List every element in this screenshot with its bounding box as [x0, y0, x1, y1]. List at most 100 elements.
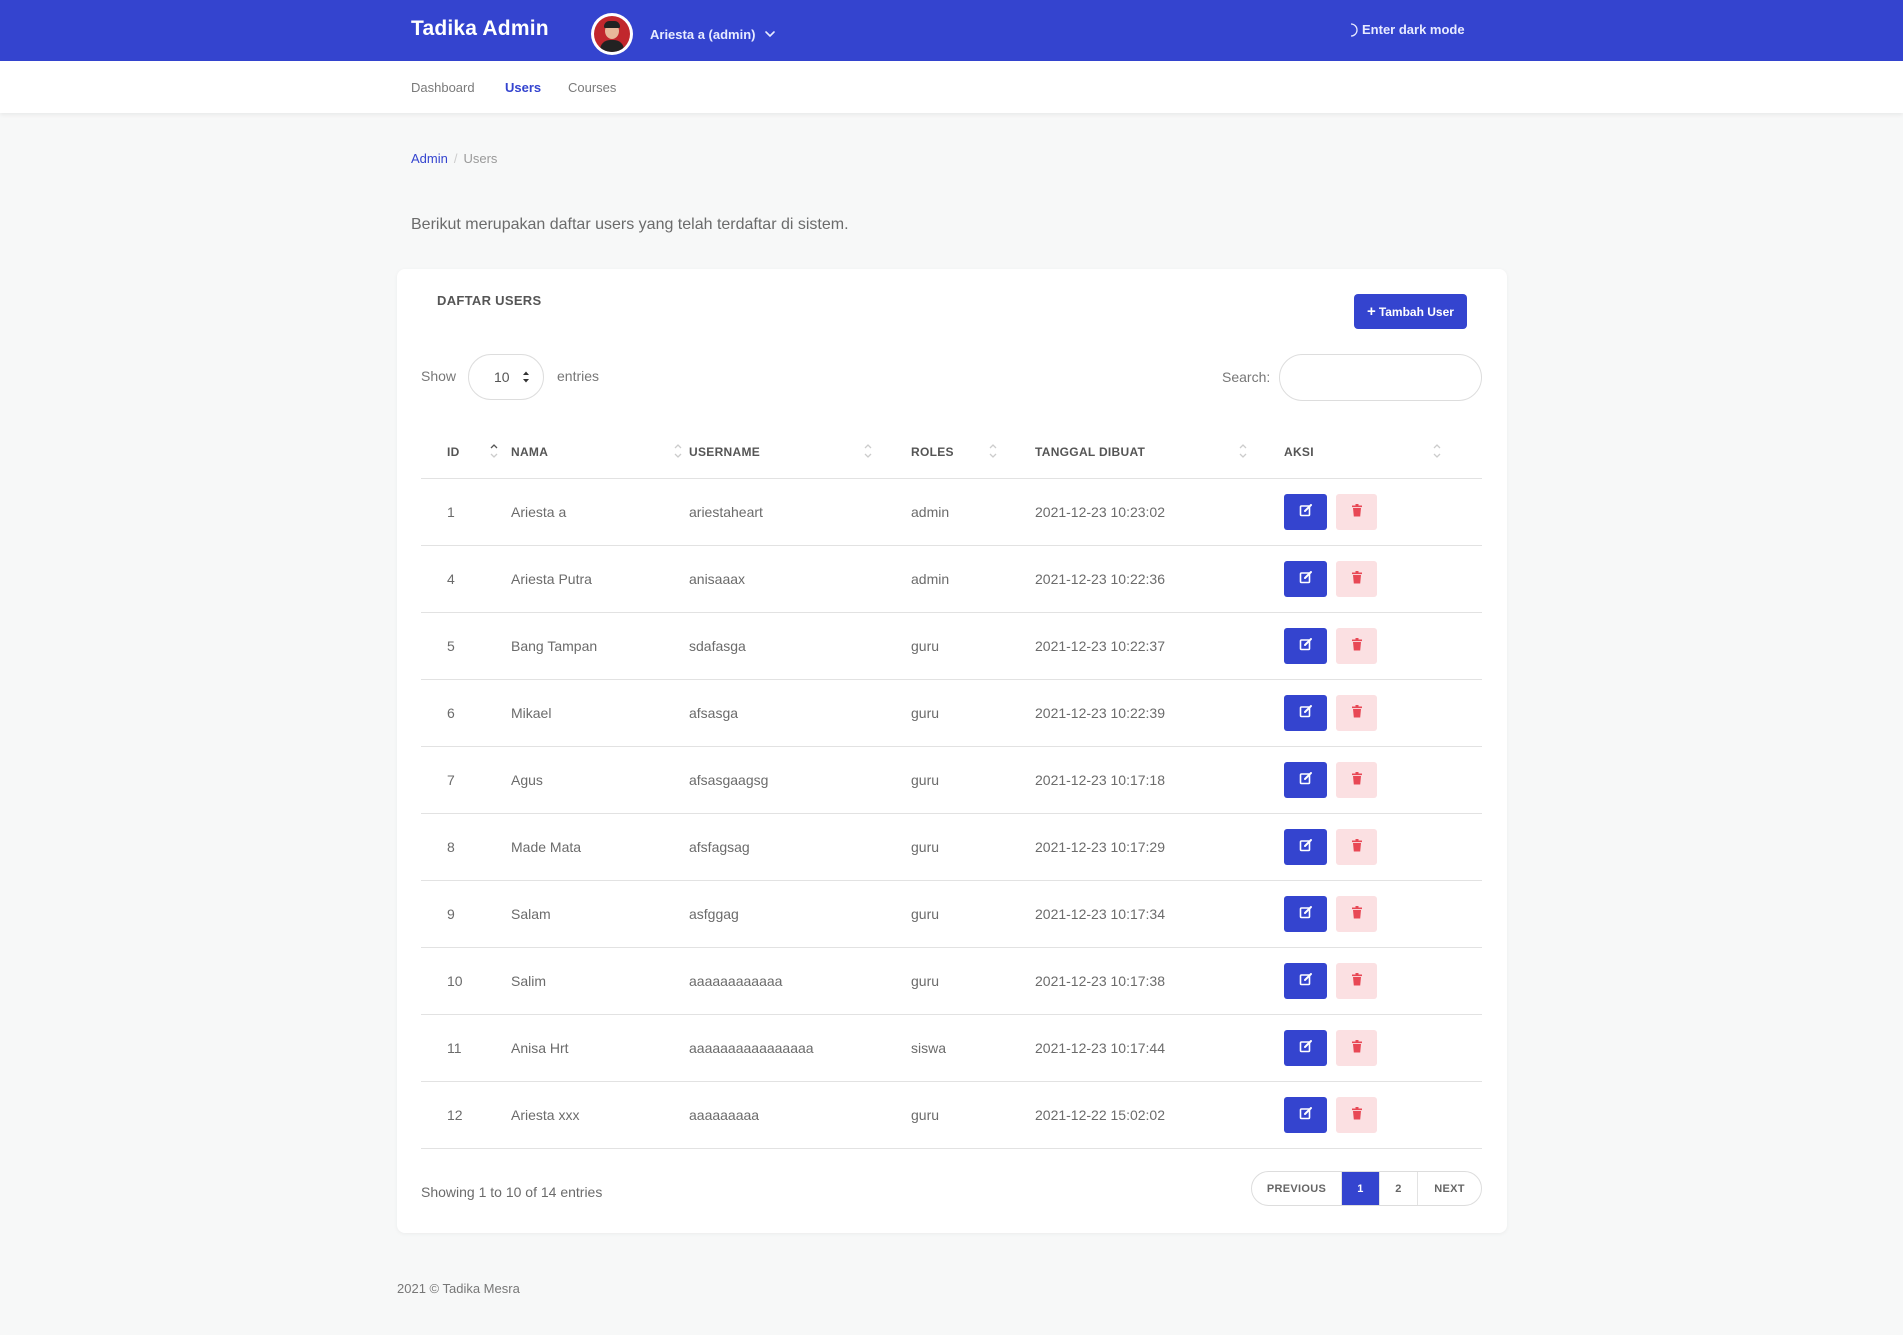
add-user-label: Tambah User [1378, 304, 1454, 319]
dark-mode-toggle[interactable]: Enter dark mode [1346, 22, 1465, 37]
edit-button[interactable] [1284, 627, 1327, 664]
column-header-aksi[interactable]: AKSI [1284, 427, 1482, 479]
delete-button[interactable] [1336, 895, 1377, 932]
trash-icon [1351, 503, 1363, 520]
cell-id: 1 [421, 478, 511, 546]
trash-icon [1351, 1039, 1363, 1056]
avatar[interactable] [591, 13, 633, 55]
cell-roles: guru [911, 947, 1035, 1015]
trash-icon [1351, 972, 1363, 989]
edit-button[interactable] [1284, 962, 1327, 999]
sort-icon [864, 444, 872, 458]
cell-tanggal: 2021-12-22 15:02:02 [1035, 1081, 1284, 1149]
previous-button[interactable]: PREVIOUS [1252, 1172, 1342, 1205]
trash-icon [1351, 1106, 1363, 1123]
cell-username: ariestaheart [689, 478, 911, 546]
table-row: 11 Anisa Hrt aaaaaaaaaaaaaaaa siswa 2021-12-… [421, 1014, 1482, 1082]
column-header-roles[interactable]: ROLES [911, 427, 1035, 479]
page-length-select[interactable]: 10 [468, 354, 544, 400]
nav-item-dashboard[interactable]: Dashboard [411, 80, 475, 95]
cell-id: 10 [421, 947, 511, 1015]
edit-button[interactable] [1284, 560, 1327, 597]
cell-username: anisaaax [689, 545, 911, 613]
cell-aksi [1284, 679, 1482, 747]
cell-nama: Ariesta xxx [511, 1081, 689, 1149]
cell-roles: admin [911, 545, 1035, 613]
table-info: Showing 1 to 10 of 14 entries [421, 1184, 603, 1200]
cell-username: afsasgaagsg [689, 746, 911, 814]
table-row: 1 Ariesta a ariestaheart admin 2021-12-23 10… [421, 478, 1482, 546]
breadcrumb-separator: / [453, 151, 458, 166]
next-button[interactable]: NEXT [1418, 1172, 1481, 1205]
breadcrumb-current: Users [463, 151, 498, 166]
add-user-button[interactable]: + Tambah User [1354, 294, 1467, 329]
cell-username: aaaaaaaaaaaaaaaa [689, 1014, 911, 1082]
delete-button[interactable] [1336, 694, 1377, 731]
cell-tanggal: 2021-12-23 10:17:44 [1035, 1014, 1284, 1082]
delete-button[interactable] [1336, 493, 1377, 530]
nav-item-courses[interactable]: Courses [568, 80, 616, 95]
cell-username: sdafasga [689, 612, 911, 680]
edit-icon [1299, 503, 1313, 520]
delete-button[interactable] [1336, 828, 1377, 865]
user-menu[interactable]: Ariesta a (admin) [591, 13, 776, 55]
page-2-button[interactable]: 2 [1380, 1172, 1418, 1205]
edit-icon [1299, 905, 1313, 922]
delete-button[interactable] [1336, 1029, 1377, 1066]
table-body: 1 Ariesta a ariestaheart admin 2021-12-23 10… [421, 478, 1482, 1149]
delete-button[interactable] [1336, 962, 1377, 999]
trash-icon [1351, 771, 1363, 788]
cell-tanggal: 2021-12-23 10:17:29 [1035, 813, 1284, 881]
search-input[interactable] [1279, 354, 1482, 401]
cell-nama: Made Mata [511, 813, 689, 881]
user-name[interactable]: Ariesta a (admin) [650, 27, 755, 42]
edit-button[interactable] [1284, 1096, 1327, 1133]
edit-button[interactable] [1284, 694, 1327, 731]
trash-icon [1351, 905, 1363, 922]
delete-button[interactable] [1336, 761, 1377, 798]
cell-username: aaaaaaaaaaaa [689, 947, 911, 1015]
breadcrumb: Admin / Users [411, 151, 497, 166]
delete-button[interactable] [1336, 560, 1377, 597]
edit-icon [1299, 637, 1313, 654]
plus-icon: + [1367, 303, 1376, 320]
delete-button[interactable] [1336, 1096, 1377, 1133]
cell-aksi [1284, 746, 1482, 814]
dark-mode-label: Enter dark mode [1362, 22, 1465, 37]
edit-icon [1299, 570, 1313, 587]
select-arrows-icon [523, 371, 529, 383]
page-1-button[interactable]: 1 [1342, 1172, 1380, 1205]
chevron-down-icon[interactable] [764, 28, 776, 40]
nav-item-users[interactable]: Users [505, 80, 541, 95]
edit-button[interactable] [1284, 761, 1327, 798]
search-label: Search: [1222, 369, 1271, 385]
cell-username: afsasga [689, 679, 911, 747]
column-header-tanggal[interactable]: TANGGAL DIBUAT [1035, 427, 1284, 479]
show-label: Show [421, 368, 457, 384]
delete-button[interactable] [1336, 627, 1377, 664]
edit-icon [1299, 1039, 1313, 1056]
edit-button[interactable] [1284, 828, 1327, 865]
brand-title[interactable]: Tadika Admin [411, 17, 549, 41]
edit-button[interactable] [1284, 1029, 1327, 1066]
column-header-nama[interactable]: NAMA [511, 427, 689, 479]
footer: 2021 © Tadika Mesra [397, 1281, 520, 1296]
cell-id: 11 [421, 1014, 511, 1082]
edit-button[interactable] [1284, 493, 1327, 530]
edit-button[interactable] [1284, 895, 1327, 932]
table-row: 10 Salim aaaaaaaaaaaa guru 2021-12-23 10:17:… [421, 947, 1482, 1015]
cell-nama: Agus [511, 746, 689, 814]
breadcrumb-admin[interactable]: Admin [411, 151, 448, 166]
cell-tanggal: 2021-12-23 10:17:38 [1035, 947, 1284, 1015]
cell-roles: guru [911, 1081, 1035, 1149]
sort-asc-icon [490, 444, 498, 458]
sort-icon [989, 444, 997, 458]
column-header-id[interactable]: ID [421, 427, 511, 479]
column-header-username[interactable]: USERNAME [689, 427, 911, 479]
cell-id: 4 [421, 545, 511, 613]
sort-icon [674, 444, 682, 458]
table-row: 7 Agus afsasgaagsg guru 2021-12-23 10:17:18 [421, 746, 1482, 814]
edit-icon [1299, 838, 1313, 855]
cell-roles: admin [911, 478, 1035, 546]
cell-tanggal: 2021-12-23 10:22:36 [1035, 545, 1284, 613]
